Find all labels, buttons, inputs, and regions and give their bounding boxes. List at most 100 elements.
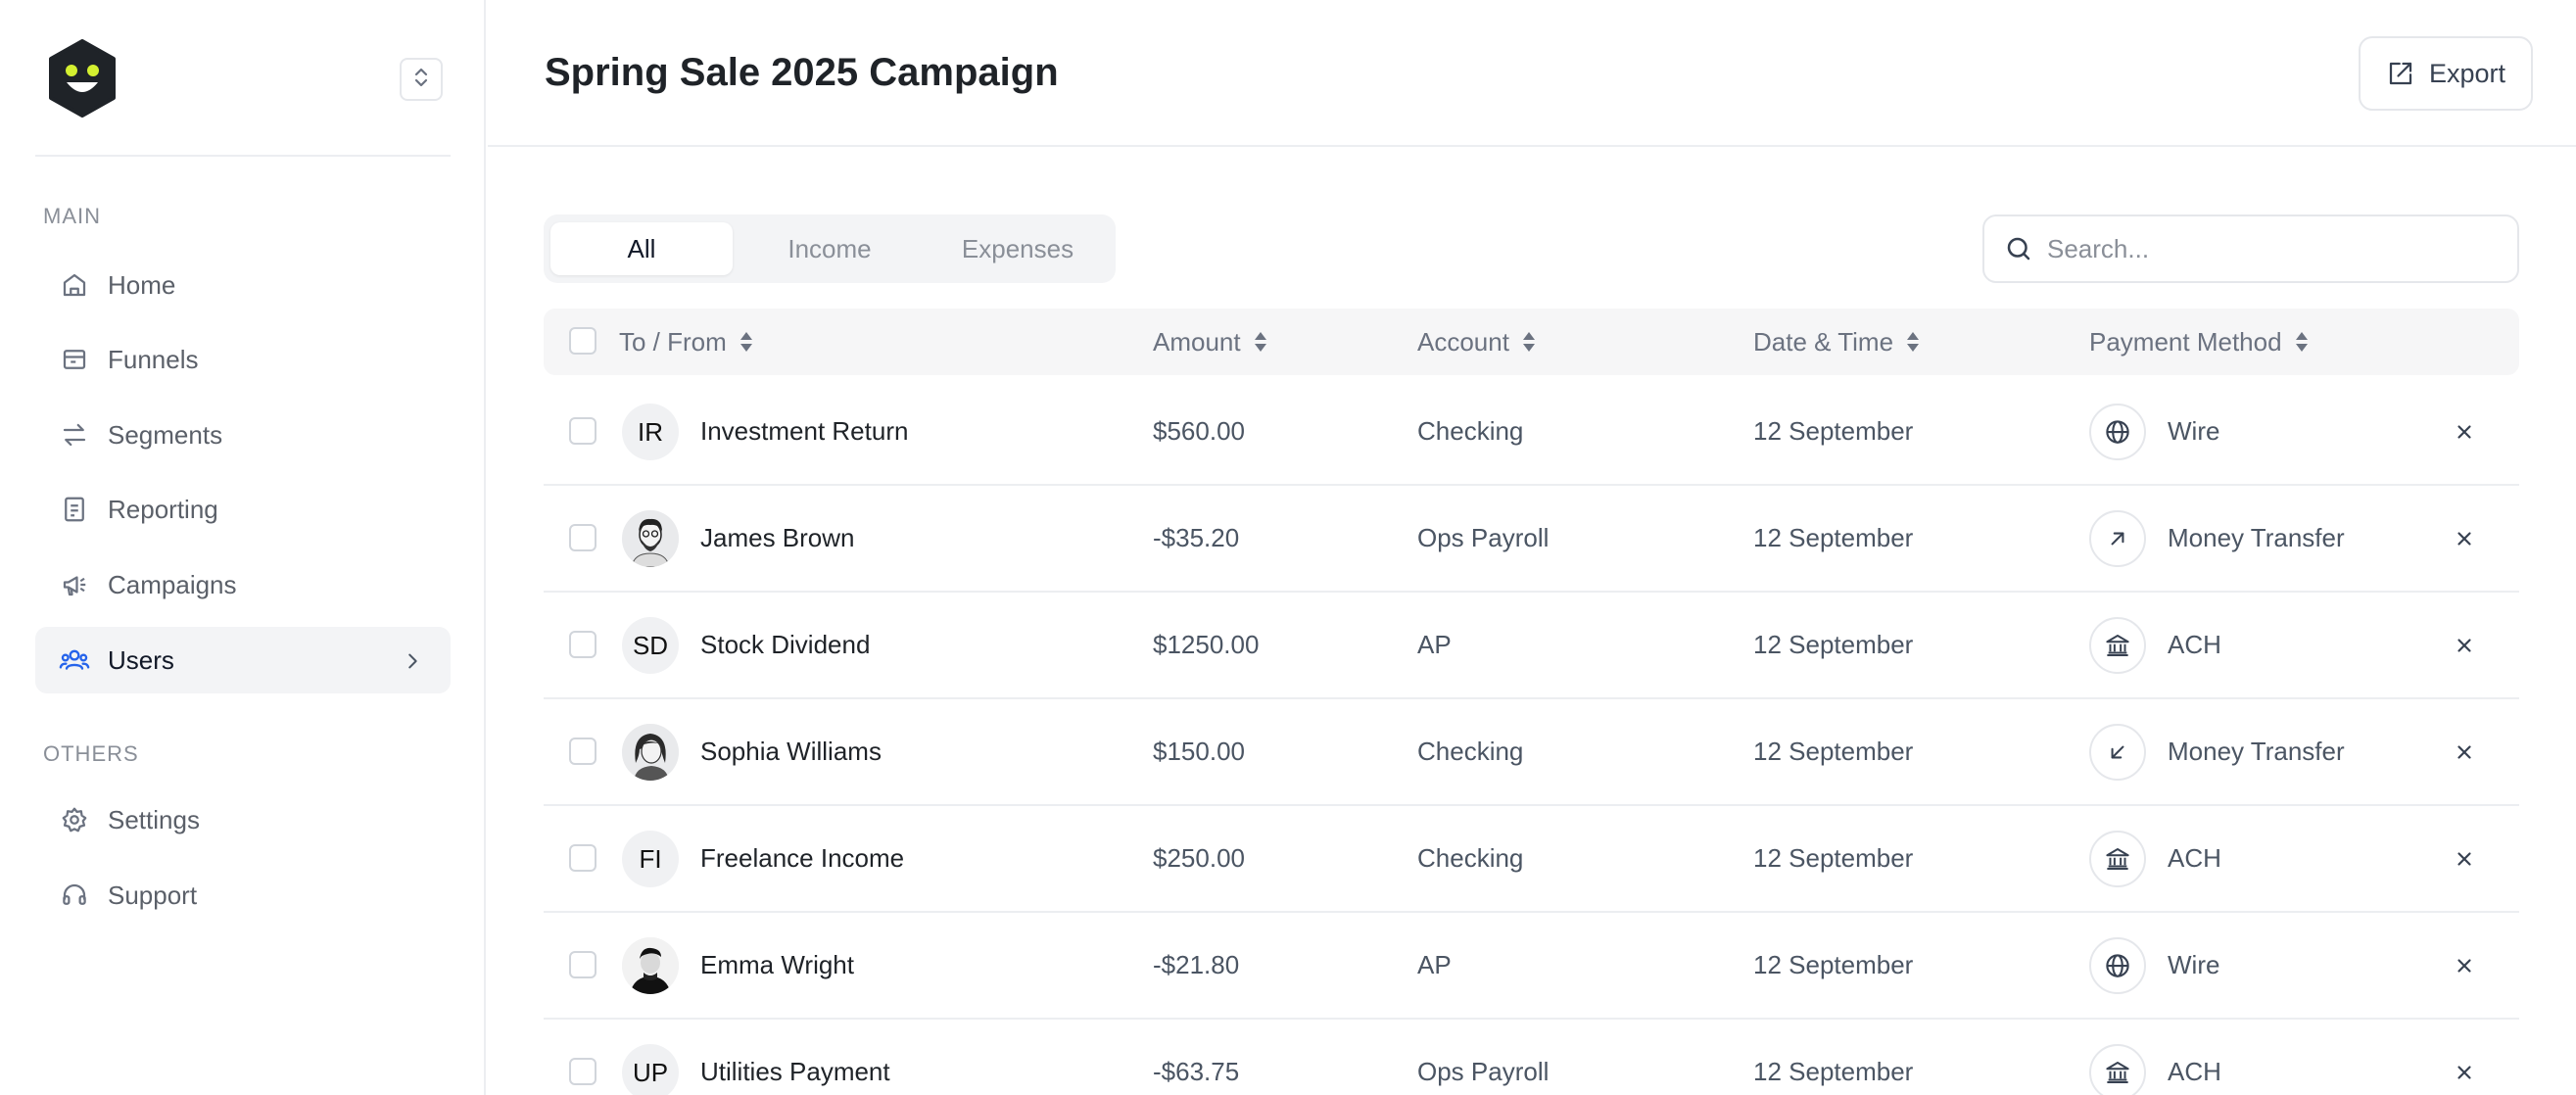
table-row[interactable]: James Brown -$35.20 Ops Payroll 12 Septe…	[544, 485, 2519, 593]
row-amount: $250.00	[1153, 842, 1245, 873]
table-row[interactable]: Emma Wright -$21.80 AP 12 September Wire	[544, 912, 2519, 1020]
column-label: Date & Time	[1753, 326, 1894, 357]
bank-icon	[2089, 617, 2146, 674]
avatar-initials: SD	[632, 630, 669, 660]
sidebar-divider	[35, 155, 451, 157]
table-row[interactable]: IR Investment Return $560.00 Checking 12…	[544, 378, 2519, 486]
brand-logo-icon[interactable]	[45, 39, 119, 118]
sidebar-item-support[interactable]: Support	[35, 862, 451, 928]
globe-icon	[2089, 937, 2146, 994]
sort-icon	[1253, 329, 1268, 355]
sidebar-item-settings[interactable]: Settings	[35, 786, 451, 853]
remove-row-button[interactable]	[2450, 951, 2479, 980]
row-name: Freelance Income	[700, 842, 905, 873]
table-row[interactable]: UP Utilities Payment -$63.75 Ops Payroll…	[544, 1019, 2519, 1095]
row-amount: -$35.20	[1153, 522, 1240, 552]
row-name: Utilities Payment	[700, 1056, 890, 1086]
sidebar-item-segments[interactable]: Segments	[35, 402, 451, 468]
close-icon	[2454, 635, 2475, 656]
avatar: SD	[622, 617, 679, 674]
column-header-date-time[interactable]: Date & Time	[1753, 309, 1921, 375]
row-checkbox[interactable]	[569, 844, 596, 872]
sidebar-item-label: Reporting	[108, 494, 218, 524]
row-checkbox[interactable]	[569, 417, 596, 445]
remove-row-button[interactable]	[2450, 631, 2479, 660]
row-amount: $1250.00	[1153, 629, 1260, 659]
filter-tabs: All Income Expenses	[544, 214, 1116, 283]
sidebar-item-label: Funnels	[108, 344, 199, 374]
row-account: Checking	[1417, 736, 1524, 766]
column-header-account[interactable]: Account	[1417, 309, 1537, 375]
avatar: UP	[622, 1044, 679, 1095]
sidebar-item-home[interactable]: Home	[35, 252, 451, 318]
row-checkbox[interactable]	[569, 738, 596, 765]
remove-row-button[interactable]	[2450, 1058, 2479, 1087]
close-icon	[2454, 528, 2475, 549]
row-checkbox[interactable]	[569, 1058, 596, 1085]
row-checkbox[interactable]	[569, 631, 596, 658]
avatar	[622, 937, 679, 994]
sidebar-item-label: Settings	[108, 804, 200, 834]
sidebar-item-campaigns[interactable]: Campaigns	[35, 551, 451, 618]
close-icon	[2454, 741, 2475, 763]
remove-row-button[interactable]	[2450, 417, 2479, 447]
avatar: FI	[622, 831, 679, 887]
close-icon	[2454, 848, 2475, 870]
table-row[interactable]: Sophia Williams $150.00 Checking 12 Sept…	[544, 698, 2519, 806]
row-payment-method: ACH	[2168, 842, 2221, 873]
tab-expenses[interactable]: Expenses	[927, 222, 1109, 275]
users-icon	[59, 644, 90, 676]
column-label: Amount	[1153, 326, 1241, 357]
row-payment-method: Wire	[2168, 949, 2220, 979]
sort-icon	[2294, 329, 2310, 355]
row-date: 12 September	[1753, 842, 1914, 873]
sidebar-item-label: Home	[108, 269, 176, 300]
select-all-checkbox[interactable]	[569, 327, 596, 355]
row-account: Checking	[1417, 842, 1524, 873]
column-header-to-from[interactable]: To / From	[619, 309, 754, 375]
column-label: Account	[1417, 326, 1509, 357]
row-payment-method: Money Transfer	[2168, 736, 2345, 766]
export-button[interactable]: Export	[2359, 36, 2533, 111]
remove-row-button[interactable]	[2450, 844, 2479, 874]
row-date: 12 September	[1753, 629, 1914, 659]
row-name: James Brown	[700, 522, 855, 552]
export-icon	[2386, 59, 2415, 88]
row-payment-method: Wire	[2168, 415, 2220, 446]
row-checkbox[interactable]	[569, 951, 596, 978]
page-title: Spring Sale 2025 Campaign	[545, 51, 1059, 94]
row-checkbox[interactable]	[569, 524, 596, 551]
row-amount: -$63.75	[1153, 1056, 1240, 1086]
row-amount: $560.00	[1153, 415, 1245, 446]
table-row[interactable]: FI Freelance Income $250.00 Checking 12 …	[544, 805, 2519, 913]
chevron-right-icon	[402, 648, 423, 679]
sidebar-item-users[interactable]: Users	[35, 627, 451, 693]
remove-row-button[interactable]	[2450, 738, 2479, 767]
funnel-icon	[59, 344, 90, 375]
column-header-payment-method[interactable]: Payment Method	[2089, 309, 2310, 375]
export-label: Export	[2428, 58, 2506, 88]
column-label: Payment Method	[2089, 326, 2282, 357]
arrow-down-left-icon	[2089, 724, 2146, 781]
row-date: 12 September	[1753, 1056, 1914, 1086]
headset-icon	[59, 880, 90, 911]
close-icon	[2454, 955, 2475, 976]
globe-icon	[2089, 404, 2146, 460]
row-name: Investment Return	[700, 415, 909, 446]
sort-icon	[739, 329, 754, 355]
tab-income[interactable]: Income	[739, 222, 921, 275]
table-row[interactable]: SD Stock Dividend $1250.00 AP 12 Septemb…	[544, 592, 2519, 699]
table-header: To / From Amount Account Date & Time Pay…	[544, 309, 2519, 375]
arrow-up-right-icon	[2089, 510, 2146, 567]
sort-icon	[1905, 329, 1921, 355]
search-input[interactable]	[2047, 233, 2478, 264]
sidebar-item-funnels[interactable]: Funnels	[35, 326, 451, 393]
tab-all[interactable]: All	[550, 222, 733, 275]
row-amount: -$21.80	[1153, 949, 1240, 979]
sidebar-item-reporting[interactable]: Reporting	[35, 476, 451, 543]
remove-row-button[interactable]	[2450, 524, 2479, 553]
column-header-amount[interactable]: Amount	[1153, 309, 1268, 375]
sidebar-item-label: Segments	[108, 419, 223, 450]
sidebar-toggle-button[interactable]	[400, 58, 443, 101]
row-payment-method: ACH	[2168, 629, 2221, 659]
